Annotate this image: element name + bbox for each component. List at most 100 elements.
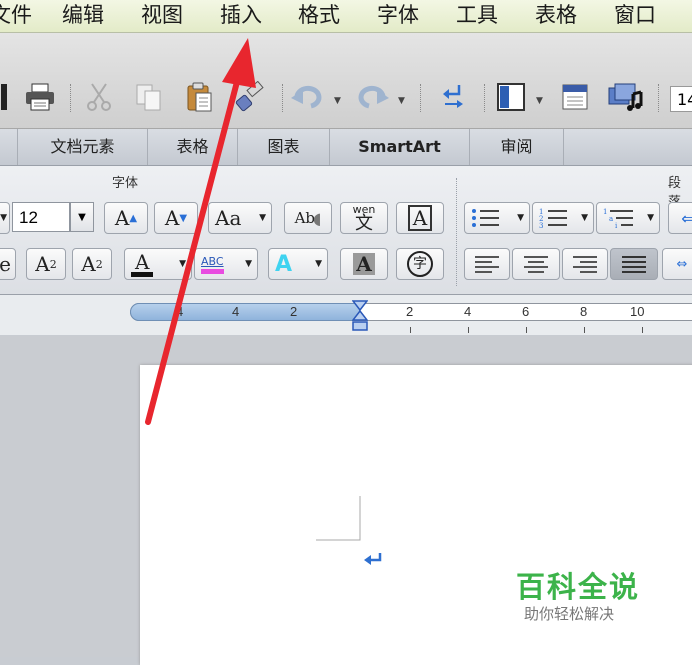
tab-document-elements[interactable]: 文档元素 [18,129,148,165]
tab-tables[interactable]: 表格 [148,129,238,165]
phonetic-guide-button[interactable]: wen 文 [340,202,388,234]
font-size-dropdown-icon[interactable]: ▼ [70,202,94,232]
ruler-tick [584,327,585,333]
grow-font-label: A [114,206,130,230]
enclose-char-button[interactable]: 字 [396,248,444,280]
cut-icon[interactable] [82,81,116,113]
ruler-left-margin [130,303,360,321]
paste-icon[interactable] [182,81,216,113]
undo-icon[interactable] [290,81,326,113]
highlight-label: ABC [201,255,224,274]
ruler-number: 6 [522,304,530,319]
text-effect-label: A [275,251,293,277]
menu-format[interactable]: 格式 [298,0,340,32]
char-shading-label: A [353,253,375,275]
clear-format-label: Ab [294,209,315,227]
clear-format-button[interactable]: Ab ◖ [284,202,332,234]
decrease-indent-button[interactable]: ⇐ [668,202,692,234]
font-name-dropdown-icon[interactable]: ▼ [0,202,10,234]
menu-tools[interactable]: 工具 [456,0,498,32]
ruler-number: 2 [406,304,414,319]
menu-bar: 文件 编辑 视图 插入 格式 字体 工具 表格 窗口 [0,0,692,33]
highlight-button[interactable]: ABC ▼ [194,248,258,280]
text-direction-icon: ⇔ [676,256,688,272]
document-icon[interactable] [558,81,592,113]
tab-smartart[interactable]: SmartArt [330,129,470,165]
ruler-tick [526,327,527,333]
menu-edit[interactable]: 编辑 [62,0,104,32]
numbering-button[interactable]: 1 2 3 ▼ [532,202,594,234]
paragraph-mark-icon[interactable] [436,81,470,113]
menu-view[interactable]: 视图 [141,0,183,32]
chevron-down-icon: ▼ [581,213,588,223]
menu-font[interactable]: 字体 [377,0,419,32]
superscript-label: A [35,252,50,276]
undo-dropdown-icon[interactable]: ▼ [334,96,341,106]
format-brush-icon[interactable] [232,81,268,113]
decrease-indent-icon: ⇐ [681,208,692,228]
svg-text:3: 3 [539,222,543,229]
ruler-number: 10 [630,304,645,319]
svg-text:i: i [615,222,618,229]
font-color-button[interactable]: A ▼ [124,248,192,280]
media-icon[interactable] [606,81,646,113]
paragraph-return-icon [364,553,382,565]
numbered-list-icon: 123 [539,208,567,229]
shrink-font-label: A [164,206,180,230]
arrow-up-icon: ▲ [129,212,138,224]
superscript-button[interactable]: A2 [26,248,66,280]
change-case-button[interactable]: Aa ▼ [208,202,272,234]
subscript-button[interactable]: A2 [72,248,112,280]
phonetic-char-label: 文 [355,212,373,234]
font-group-label: 字体 [112,176,139,191]
justify-button[interactable] [610,248,658,280]
bullet-list-icon [472,209,499,227]
font-size-input[interactable]: 12 [12,202,70,232]
align-left-button[interactable] [464,248,510,280]
menu-insert[interactable]: 插入 [220,0,262,32]
copy-icon[interactable] [132,81,166,113]
align-right-button[interactable] [562,248,608,280]
char-border-label: A [407,205,433,231]
strikethrough-button[interactable]: e [0,248,16,280]
text-effect-button[interactable]: A ▼ [268,248,328,280]
ruler-tick [410,327,411,333]
char-shading-button[interactable]: A [340,248,388,280]
menu-table[interactable]: 表格 [535,0,577,32]
sidebar-icon[interactable] [0,81,8,113]
text-direction-button[interactable]: ⇔ [662,248,692,280]
zoom-input[interactable]: 14 [670,86,692,112]
svg-text:a: a [609,215,613,223]
chevron-down-icon: ▼ [517,213,524,223]
align-center-button[interactable] [512,248,560,280]
ruler-tick [468,327,469,333]
menu-window[interactable]: 窗口 [614,0,656,32]
multilevel-list-button[interactable]: 1 a i ▼ [596,202,660,234]
ruler-number: 4 [464,304,472,319]
menu-file[interactable]: 文件 [0,0,32,32]
char-border-button[interactable]: A [396,202,444,234]
align-right-icon [573,256,597,273]
subscript-index: 2 [95,257,103,271]
watermark-subtitle: 助你轻松解决 [524,605,615,623]
redo-icon[interactable] [354,81,390,113]
tab-charts[interactable]: 图表 [238,129,330,165]
subscript-label: A [81,252,96,276]
ruler-number: 4 [176,304,184,319]
shrink-font-button[interactable]: A ▼ [154,202,198,234]
indent-marker-icon[interactable] [352,300,368,334]
tab-partial[interactable] [0,129,18,165]
change-case-label: Aa [215,206,242,230]
chevron-down-icon: ▼ [315,259,322,269]
grow-font-button[interactable]: A ▲ [104,202,148,234]
chevron-down-icon: ▼ [245,259,252,269]
ruler-number: 8 [580,304,588,319]
tab-review[interactable]: 审阅 [470,129,564,165]
watermark-title: 百科全说 [516,570,641,604]
chevron-down-icon: ▼ [647,213,654,223]
print-icon[interactable] [22,81,58,113]
bullets-button[interactable]: ▼ [464,202,530,234]
layout-dropdown-icon[interactable]: ▼ [536,96,543,106]
redo-dropdown-icon[interactable]: ▼ [398,96,405,106]
layout-icon[interactable] [494,81,528,113]
